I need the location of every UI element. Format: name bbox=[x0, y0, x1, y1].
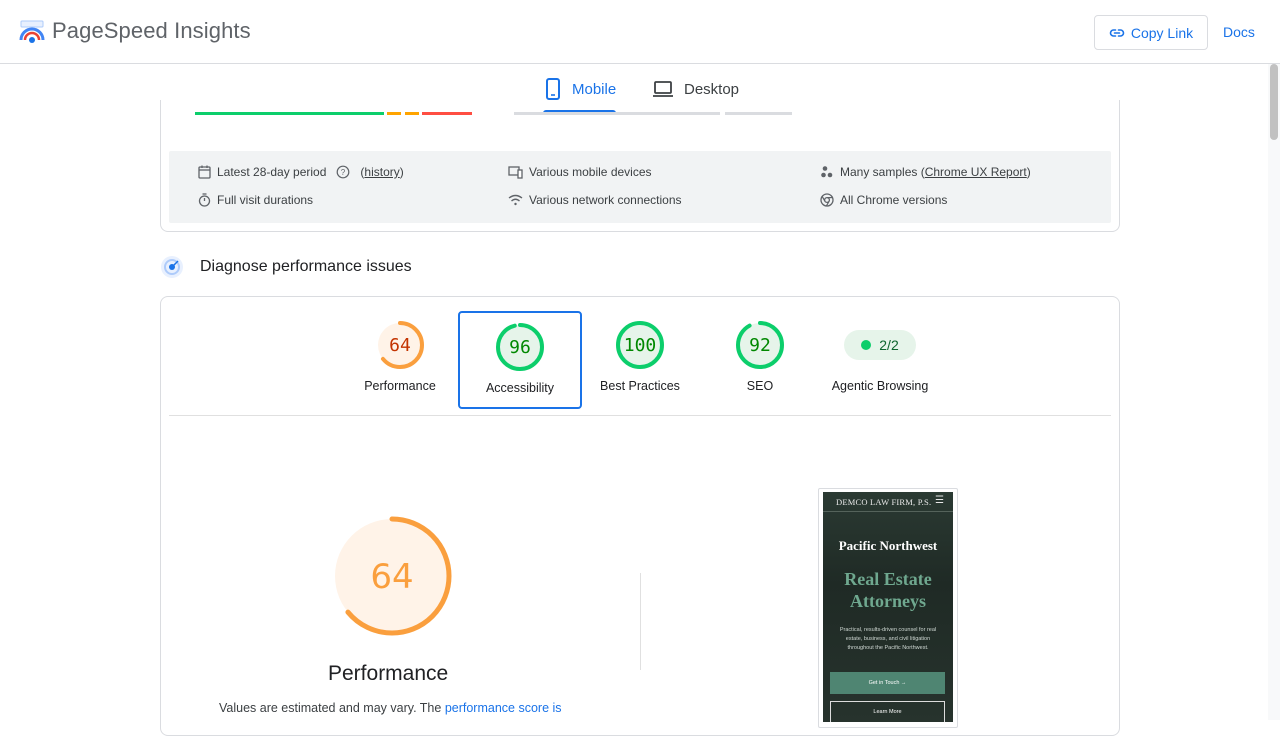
agentic-browsing-badge[interactable]: 2/2 bbox=[844, 330, 916, 360]
score-gauge-seo[interactable]: 92 SEO bbox=[698, 311, 822, 409]
screenshot-firm-name: DEMCO LAW FIRM, P.S. bbox=[836, 497, 932, 507]
screenshot-cta-button: Get in Touch → bbox=[830, 672, 945, 694]
tab-desktop-label: Desktop bbox=[684, 80, 740, 98]
wifi-icon bbox=[508, 194, 523, 206]
score-gauge-agentic-browsing[interactable]: Agentic Browsing bbox=[818, 311, 942, 409]
score-label: Accessibility bbox=[485, 381, 555, 395]
screenshot-paragraph: Practical, results-driven counsel for re… bbox=[839, 627, 937, 651]
distribution-bar-empty bbox=[725, 112, 792, 115]
gauge-score: 64 bbox=[370, 557, 413, 597]
info-full-visit: Full visit durations bbox=[198, 193, 313, 207]
distribution-bar-good bbox=[195, 112, 384, 115]
info-period: Latest 28-day period ? (history) bbox=[198, 165, 404, 179]
performance-score-link[interactable]: performance score is bbox=[445, 701, 562, 715]
screenshot-nav: DEMCO LAW FIRM, P.S. ☰ bbox=[823, 492, 953, 512]
estimate-note: Values are estimated and may vary. The p… bbox=[219, 701, 562, 715]
calendar-icon bbox=[198, 165, 211, 179]
app-title[interactable]: PageSpeed Insights bbox=[52, 18, 251, 44]
info-samples: Many samples (Chrome UX Report) bbox=[820, 165, 1031, 179]
scrollbar-thumb[interactable] bbox=[1270, 64, 1278, 140]
screenshot-heading-2: Real Estate Attorneys bbox=[844, 569, 932, 611]
distribution-bar-poor bbox=[422, 112, 472, 115]
stopwatch-icon bbox=[198, 193, 211, 207]
docs-link[interactable]: Docs bbox=[1223, 24, 1255, 40]
svg-text:?: ? bbox=[341, 168, 346, 177]
chrome-ux-report-link[interactable]: Chrome UX Report bbox=[925, 165, 1027, 179]
estimate-note-text: Values are estimated and may vary. The bbox=[219, 701, 445, 715]
pagespeed-logo-icon[interactable] bbox=[19, 20, 45, 44]
score-gauge-accessibility[interactable]: 96 Accessibility bbox=[458, 311, 582, 409]
screenshot-heading-1: Pacific Northwest bbox=[838, 538, 938, 553]
page-scrollbar[interactable] bbox=[1268, 64, 1280, 720]
hamburger-menu-icon: ☰ bbox=[935, 495, 944, 506]
info-chrome: All Chrome versions bbox=[820, 193, 947, 207]
field-data-info-box bbox=[169, 151, 1111, 223]
smartphone-icon bbox=[546, 78, 560, 100]
score-label: SEO bbox=[746, 379, 774, 393]
info-network: Various network connections bbox=[508, 193, 682, 207]
chrome-icon bbox=[820, 193, 834, 207]
score-gauge-ring: 96 bbox=[496, 323, 544, 371]
copy-link-button[interactable]: Copy Link bbox=[1094, 15, 1208, 50]
score-gauge-best-practices[interactable]: 100 Best Practices bbox=[578, 311, 702, 409]
info-network-text: Various network connections bbox=[529, 193, 682, 207]
distribution-bar-average bbox=[387, 112, 401, 115]
samples-suffix: ) bbox=[1026, 165, 1031, 179]
info-period-text: Latest 28-day period bbox=[217, 165, 327, 179]
tab-mobile-label: Mobile bbox=[572, 80, 617, 98]
svg-text:64: 64 bbox=[389, 335, 411, 356]
info-devices-text: Various mobile devices bbox=[529, 165, 652, 179]
svg-text:92: 92 bbox=[749, 335, 771, 356]
score-label: Best Practices bbox=[600, 379, 680, 393]
final-screenshot: DEMCO LAW FIRM, P.S. ☰ Pacific Northwest… bbox=[823, 492, 953, 722]
samples-icon bbox=[821, 166, 833, 178]
top-app-bar: PageSpeed Insights Copy Link Docs bbox=[0, 0, 1280, 64]
devices-icon bbox=[508, 165, 523, 179]
score-gauge-performance[interactable]: 64 Performance bbox=[338, 311, 462, 409]
help-icon[interactable]: ? bbox=[336, 165, 350, 179]
history-link[interactable]: history bbox=[364, 165, 399, 179]
diagnose-heading: Diagnose performance issues bbox=[200, 258, 412, 275]
info-chrome-text: All Chrome versions bbox=[840, 193, 948, 207]
svg-text:96: 96 bbox=[509, 337, 531, 358]
performance-big-gauge: 64 bbox=[332, 516, 452, 636]
gauges-divider bbox=[169, 415, 1111, 416]
link-icon bbox=[1109, 28, 1125, 37]
info-devices: Various mobile devices bbox=[508, 165, 652, 179]
pass-dot-icon bbox=[861, 340, 872, 350]
info-samples-text: Many samples (Chrome UX Report) bbox=[840, 165, 1031, 179]
distribution-bar-average bbox=[405, 112, 419, 115]
screenshot-secondary-button: Learn More bbox=[830, 701, 945, 722]
distribution-bar-empty bbox=[514, 112, 720, 115]
svg-text:100: 100 bbox=[624, 335, 657, 356]
laptop-icon bbox=[653, 81, 673, 97]
vertical-divider bbox=[640, 573, 641, 670]
agentic-value: 2/2 bbox=[879, 337, 899, 353]
info-full-visit-text: Full visit durations bbox=[217, 193, 314, 207]
score-label: Performance bbox=[364, 379, 436, 393]
samples-prefix: Many samples ( bbox=[840, 165, 925, 179]
copy-link-label: Copy Link bbox=[1130, 24, 1194, 41]
score-label: Agentic Browsing bbox=[831, 379, 929, 393]
lighthouse-diagnose-icon bbox=[161, 256, 183, 278]
score-gauge-ring: 100 bbox=[616, 321, 664, 369]
score-gauge-ring: 64 bbox=[376, 321, 424, 369]
history-link-wrap: (history) bbox=[360, 165, 404, 179]
performance-big-label: Performance bbox=[328, 662, 449, 685]
score-gauge-ring: 92 bbox=[736, 321, 784, 369]
